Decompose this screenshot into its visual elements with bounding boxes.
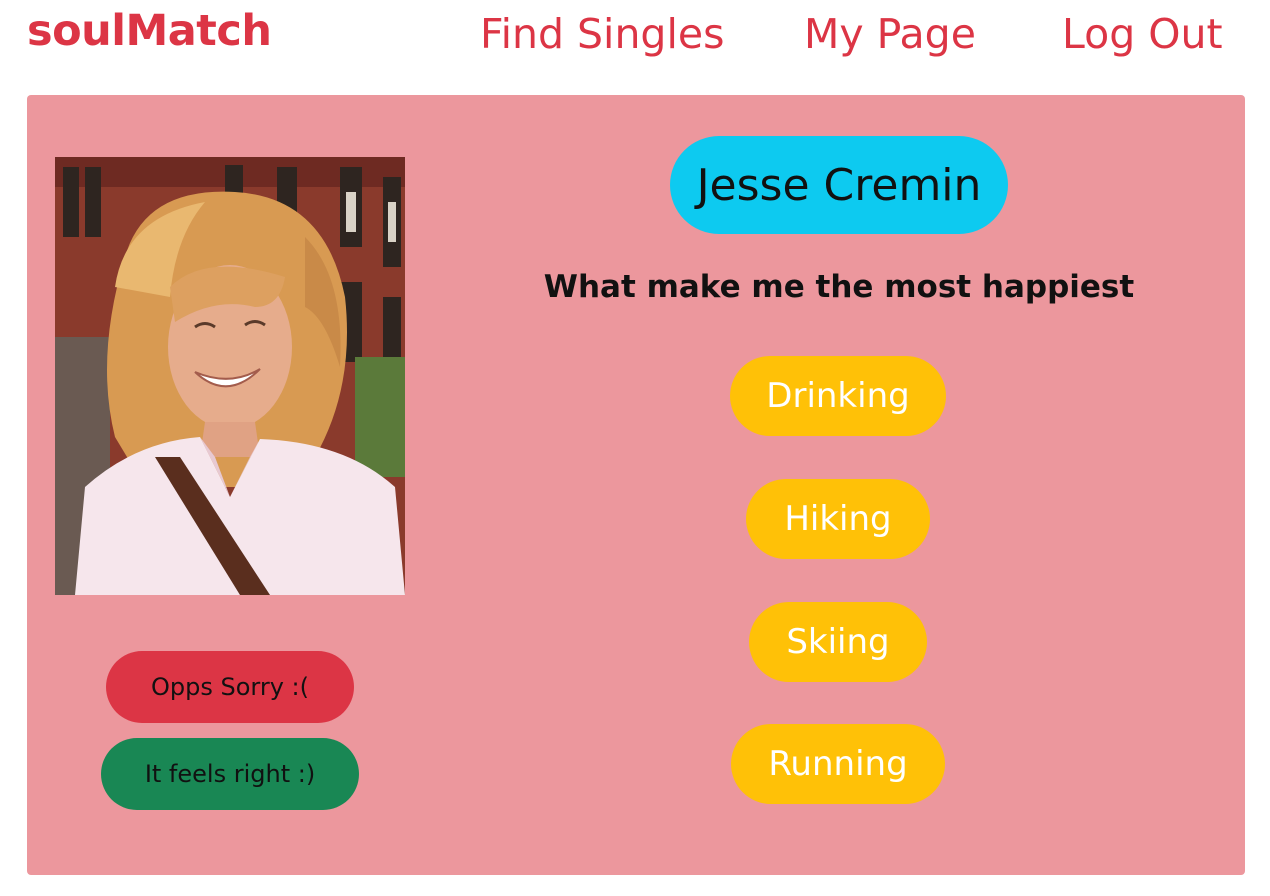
- accept-button[interactable]: It feels right :): [101, 738, 359, 810]
- top-navbar: soulMatch Find Singles My Page Log Out: [0, 0, 1270, 80]
- nav-find-singles[interactable]: Find Singles: [480, 10, 724, 58]
- hobby-pill: Running: [731, 724, 945, 804]
- brand-logo[interactable]: soulMatch: [27, 6, 272, 56]
- hobbies-heading: What make me the most happiest: [543, 269, 1135, 305]
- profile-photo: [55, 157, 405, 595]
- profile-card: Opps Sorry :( It feels right :) Jesse Cr…: [27, 95, 1245, 875]
- nav-my-page[interactable]: My Page: [804, 10, 976, 58]
- hobby-pill: Drinking: [730, 356, 946, 436]
- nav-log-out[interactable]: Log Out: [1062, 10, 1223, 58]
- reject-button[interactable]: Opps Sorry :(: [106, 651, 354, 723]
- hobby-pill: Skiing: [749, 602, 927, 682]
- hobby-pill: Hiking: [746, 479, 930, 559]
- profile-name: Jesse Cremin: [670, 136, 1008, 234]
